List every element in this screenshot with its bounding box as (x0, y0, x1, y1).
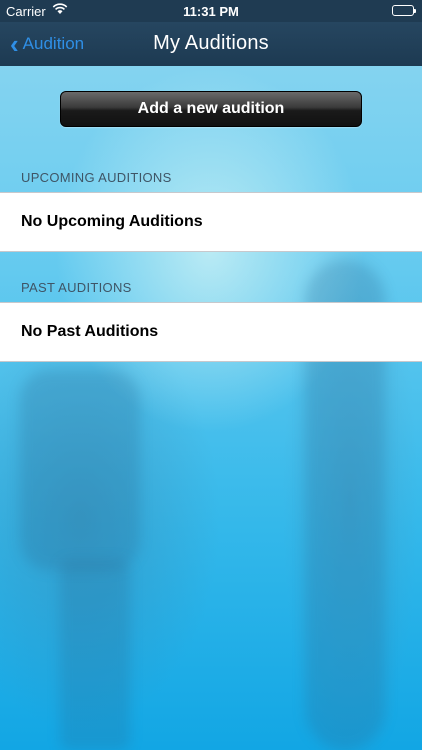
page-title: My Auditions (153, 32, 269, 54)
past-section-header: PAST AUDITIONS (21, 280, 132, 295)
navigation-bar: ‹ Audition My Auditions (0, 22, 422, 66)
add-audition-button[interactable]: Add a new audition (60, 91, 362, 127)
camera-silhouette (20, 370, 140, 570)
battery-icon (392, 5, 416, 16)
upcoming-section-header: UPCOMING AUDITIONS (21, 170, 172, 185)
tripod-silhouette (60, 560, 130, 750)
past-empty-cell: No Past Auditions (0, 302, 422, 362)
clock: 11:31 PM (183, 4, 239, 19)
upcoming-empty-cell: No Upcoming Auditions (0, 192, 422, 252)
status-bar: Carrier 11:31 PM (0, 0, 422, 22)
